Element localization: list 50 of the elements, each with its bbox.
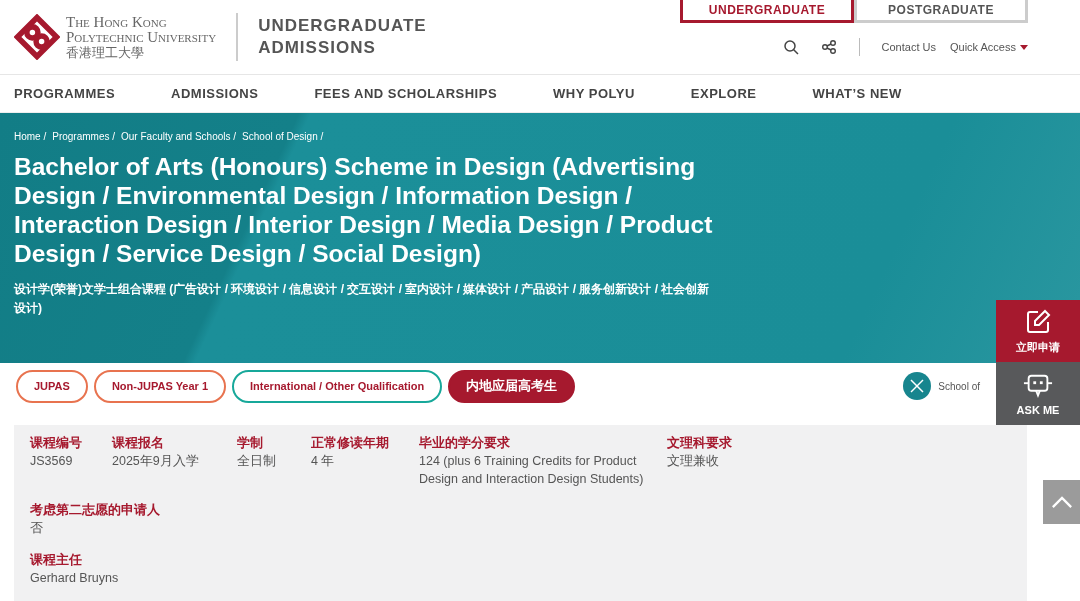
breadcrumb-link[interactable]: School of Design / (242, 131, 324, 142)
university-name: Polytechnic University (66, 29, 217, 45)
info-value: 否 (30, 520, 44, 537)
pathway-tab[interactable]: Non-JUPAS Year 1 (93, 369, 227, 403)
chevron-up-icon (1050, 495, 1073, 509)
contact-us-link[interactable]: Contact Us (881, 41, 936, 53)
apply-now-button[interactable]: 立即申请 (996, 300, 1080, 362)
info-value: JS3569 (30, 453, 74, 470)
university-name: The Hong Kong (66, 14, 168, 30)
info-label: 正常修读年期 (311, 435, 390, 452)
info-label: 课程编号 (30, 435, 83, 452)
info-value: 4 年 (311, 453, 336, 470)
university-name-chinese: 香港理工大學 (66, 44, 145, 60)
nav-item[interactable]: WHY POLYU (553, 86, 635, 101)
level-tab[interactable]: POSTGRADUATE (854, 0, 1028, 23)
info-value: 全日制 (237, 453, 277, 470)
site-title: UNDERGRADUATE (258, 15, 427, 37)
nav-item[interactable]: EXPLORE (690, 86, 757, 101)
info-label: 课程主任 (30, 551, 83, 569)
info-value: Gerhard Bruyns (30, 569, 119, 587)
pathway-tab[interactable]: 内地应届高考生 (448, 369, 576, 403)
info-value: 2025年9月入学 (112, 453, 200, 470)
university-logo-icon (14, 14, 60, 60)
nav-item[interactable]: PROGRAMMES (14, 86, 116, 101)
nav-item[interactable]: WHAT’S NEW (812, 86, 902, 101)
pathway-tab[interactable]: JUPAS (16, 369, 88, 403)
info-value: 124 (plus 6 Training Credits for Product Design and Interaction Design Students) (419, 453, 645, 488)
breadcrumb-link[interactable]: Home / (14, 131, 47, 142)
site-title: ADMISSIONS (258, 37, 377, 59)
quick-access-link[interactable]: Quick Access (949, 41, 1016, 53)
programme-title-chinese: 设计学(荣誉)文学士组合课程 (广告设计 / 环境设计 / 信息设计 / 交互设计 / 室内设计 / 媒体设计 / 产品设计 / 服务创新设计 / 社会创新设计) (14, 281, 711, 317)
search-icon[interactable] (782, 39, 799, 55)
breadcrumb-link[interactable]: Programmes / (52, 131, 116, 142)
info-label: 学制 (237, 435, 264, 452)
info-label: 毕业的学分要求 (419, 435, 511, 452)
programme-title: Bachelor of Arts (Honours) Scheme in Design (Advertising Design / Environmental Design / Information Design / Interaction Design / Interior Design / Media Design / Product Design / Service Design / Social Design) (14, 152, 714, 268)
ask-me-button[interactable]: ASK ME (996, 362, 1080, 425)
info-label: 考虑第二志愿的申请人 (30, 502, 160, 519)
caret-icon (1020, 44, 1028, 50)
breadcrumb-link[interactable]: Our Faculty and Schools / (121, 131, 237, 142)
nav-item[interactable]: ADMISSIONS (171, 86, 259, 101)
nav-item[interactable]: FEES AND SCHOLARSHIPS (314, 86, 498, 101)
level-tab[interactable]: UNDERGRADUATE (680, 0, 854, 23)
info-label: 文理科要求 (667, 435, 732, 452)
pathway-tab[interactable]: International / Other Qualification (232, 369, 443, 403)
info-value: 文理兼收 (667, 453, 720, 470)
share-icon[interactable] (820, 39, 837, 55)
info-label: 课程报名 (112, 435, 165, 452)
scroll-top-button[interactable] (1043, 480, 1080, 524)
school-link[interactable]: School of (938, 380, 980, 392)
